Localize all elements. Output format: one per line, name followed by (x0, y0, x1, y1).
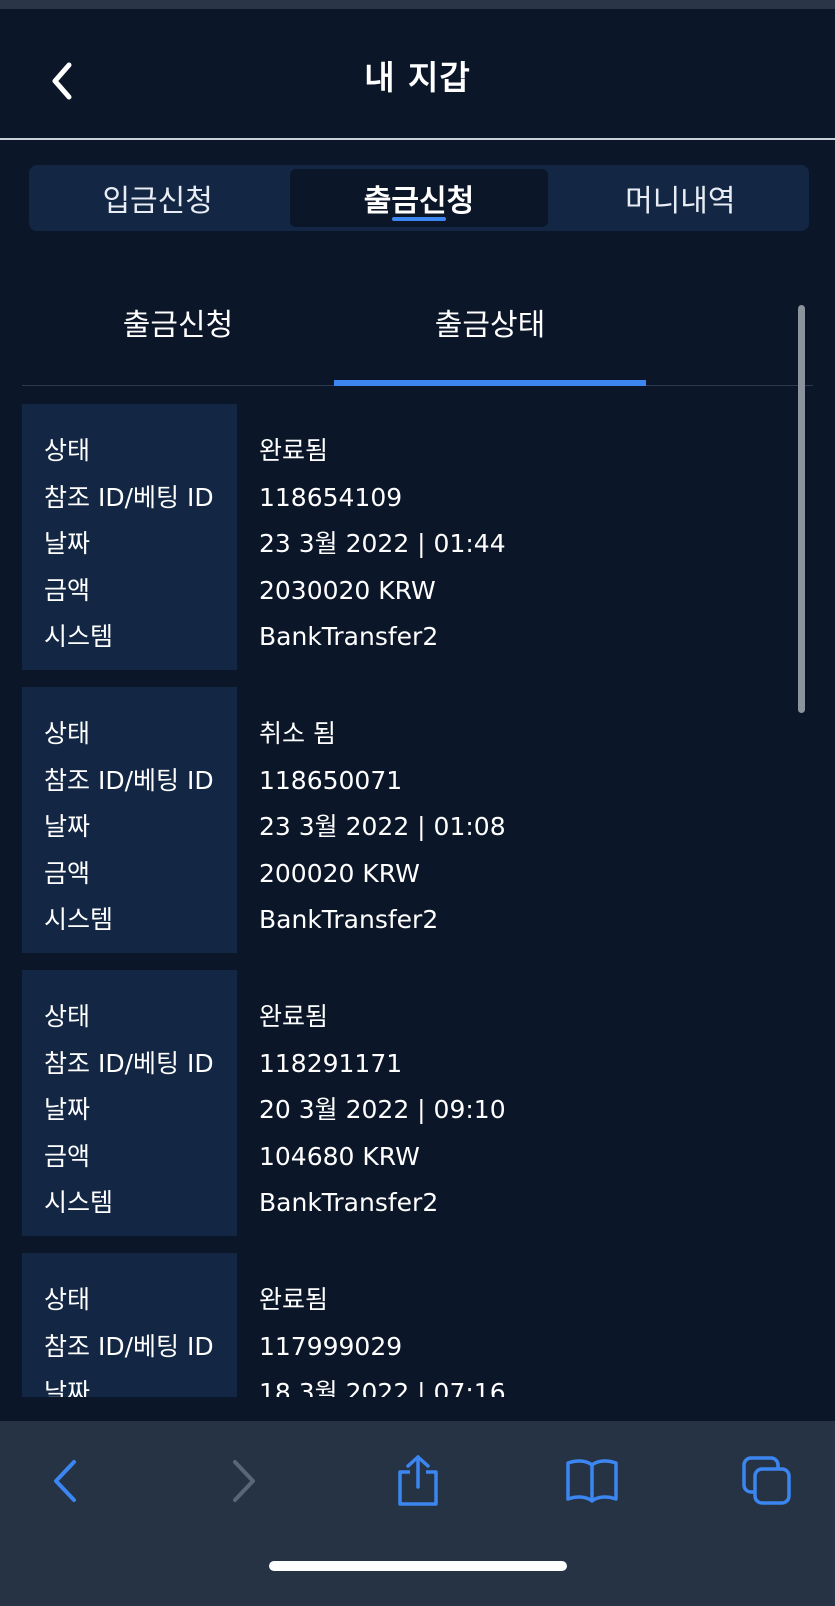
tab-withdraw-status[interactable]: 출금상태 (334, 290, 646, 386)
value-ref-id: 118650071 (259, 766, 403, 795)
page-title: 내 지갑 (364, 57, 471, 97)
withdrawal-record: 상태 참조 ID/베팅 ID 날짜 완료됨 117999029 18 3월 20… (22, 1253, 812, 1397)
label-date: 날짜 (44, 1095, 91, 1124)
segment-active-indicator (391, 217, 446, 221)
label-status: 상태 (44, 1285, 91, 1314)
value-system: BankTransfer2 (259, 622, 439, 651)
label-status: 상태 (44, 1002, 91, 1031)
browser-forward-button[interactable] (199, 1441, 289, 1521)
value-ref-id: 117999029 (259, 1332, 403, 1361)
label-system: 시스템 (44, 622, 114, 651)
label-amount: 금액 (44, 1142, 91, 1171)
label-date: 날짜 (44, 529, 91, 558)
status-strip (0, 0, 835, 9)
label-date: 날짜 (44, 1378, 91, 1397)
tabs-icon (742, 1456, 791, 1505)
value-date: 20 3월 2022 | 09:10 (259, 1095, 506, 1124)
wallet-segment-control: 입금신청 출금신청 머니내역 (29, 165, 809, 231)
tab-label: 출금상태 (434, 308, 546, 343)
label-ref-id: 참조 ID/베팅 ID (44, 766, 214, 795)
tabs-button[interactable] (722, 1441, 812, 1521)
withdrawal-record: 상태 참조 ID/베팅 ID 날짜 금액 시스템 완료됨 118654109 2… (22, 404, 812, 670)
back-button[interactable] (40, 51, 84, 111)
label-ref-id: 참조 ID/베팅 ID (44, 1049, 214, 1078)
segment-withdraw-request[interactable]: 출금신청 (290, 169, 548, 227)
value-status: 완료됨 (259, 1002, 329, 1031)
label-system: 시스템 (44, 905, 114, 934)
chevron-left-icon (52, 62, 72, 100)
value-status: 완료됨 (259, 1285, 329, 1314)
share-button[interactable] (373, 1441, 463, 1521)
label-ref-id: 참조 ID/베팅 ID (44, 483, 214, 512)
value-amount: 200020 KRW (259, 859, 420, 888)
label-amount: 금액 (44, 576, 91, 605)
book-icon (566, 1459, 618, 1503)
value-amount: 104680 KRW (259, 1142, 420, 1171)
value-date: 18 3월 2022 | 07:16 (259, 1378, 506, 1397)
tab-label: 출금신청 (122, 308, 234, 343)
withdrawal-status-list[interactable]: 상태 참조 ID/베팅 ID 날짜 금액 시스템 완료됨 118654109 2… (0, 404, 835, 1397)
share-icon (398, 1455, 438, 1506)
scrollbar[interactable] (798, 305, 805, 713)
segment-label: 머니내역 (625, 184, 736, 219)
subtab-bar: 출금신청 출금상태 (22, 290, 813, 386)
arrow-right-icon (233, 1460, 255, 1502)
value-ref-id: 118654109 (259, 483, 403, 512)
home-indicator[interactable] (269, 1561, 567, 1571)
value-status: 완료됨 (259, 436, 329, 465)
value-system: BankTransfer2 (259, 1188, 439, 1217)
label-status: 상태 (44, 719, 91, 748)
withdrawal-record: 상태 참조 ID/베팅 ID 날짜 금액 시스템 취소 됨 118650071 … (22, 687, 812, 953)
value-amount: 2030020 KRW (259, 576, 436, 605)
segment-money-history[interactable]: 머니내역 (552, 165, 809, 231)
value-date: 23 3월 2022 | 01:08 (259, 812, 506, 841)
segment-label: 출금신청 (363, 184, 475, 219)
browser-back-button[interactable] (20, 1441, 110, 1521)
label-amount: 금액 (44, 859, 91, 888)
bookmarks-button[interactable] (547, 1441, 637, 1521)
label-system: 시스템 (44, 1188, 114, 1217)
segment-deposit-request[interactable]: 입금신청 (29, 165, 286, 231)
label-status: 상태 (44, 436, 91, 465)
value-status: 취소 됨 (259, 719, 336, 748)
segment-label: 입금신청 (102, 184, 213, 219)
tab-active-indicator (334, 380, 646, 386)
value-system: BankTransfer2 (259, 905, 439, 934)
browser-toolbar (0, 1421, 835, 1606)
label-date: 날짜 (44, 812, 91, 841)
app-header: 내 지갑 (0, 9, 835, 140)
withdrawal-record: 상태 참조 ID/베팅 ID 날짜 금액 시스템 완료됨 118291171 2… (22, 970, 812, 1236)
arrow-left-icon (54, 1460, 76, 1502)
tab-withdraw-request[interactable]: 출금신청 (22, 290, 334, 386)
value-ref-id: 118291171 (259, 1049, 403, 1078)
value-date: 23 3월 2022 | 01:44 (259, 529, 506, 558)
label-ref-id: 참조 ID/베팅 ID (44, 1332, 214, 1361)
